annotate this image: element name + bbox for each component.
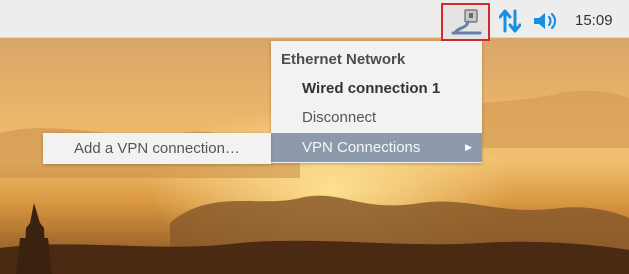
menu-item-vpn-connections[interactable]: VPN Connections ▶ [271, 133, 482, 162]
volume-icon[interactable] [533, 11, 559, 31]
network-icon [451, 9, 481, 35]
vpn-submenu: Add a VPN connection… [43, 133, 271, 164]
network-button[interactable] [441, 3, 490, 41]
menu-header-ethernet-network: Ethernet Network [281, 51, 406, 68]
network-menu: Ethernet Network Wired connection 1 Disc… [271, 41, 482, 163]
clock: 15:09 [575, 12, 613, 29]
menu-item-add-vpn-connection[interactable]: Add a VPN connection… [43, 133, 271, 164]
menu-item-wired-connection[interactable]: Wired connection 1 [271, 74, 482, 103]
menu-item-disconnect[interactable]: Disconnect [271, 103, 482, 132]
menu-item-vpn-label: VPN Connections [302, 139, 421, 156]
submenu-arrow-icon: ▶ [465, 142, 472, 152]
taskbar: 15:09 [0, 0, 629, 41]
transfer-arrows-icon[interactable] [499, 9, 521, 33]
